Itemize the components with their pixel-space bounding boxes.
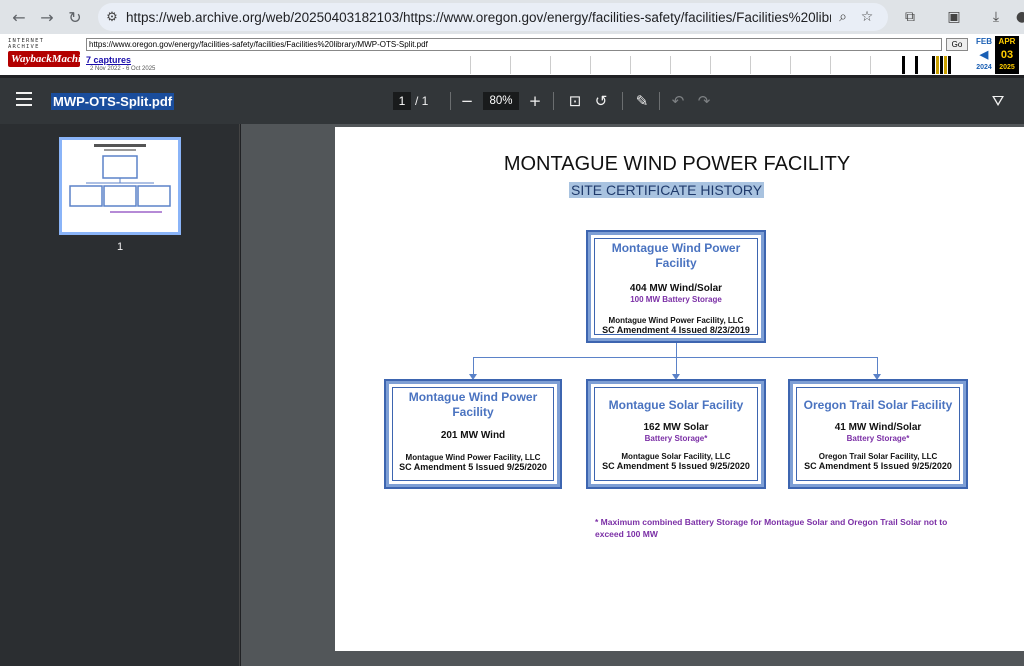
capture-tick <box>870 56 871 74</box>
zoom-input[interactable]: 80% <box>483 92 519 110</box>
address-bar[interactable]: ⚙ https://web.archive.org/web/2025040318… <box>98 3 888 31</box>
download-icon[interactable]: ⤓ <box>984 5 1008 29</box>
capture-tick <box>932 56 935 74</box>
wayback-go-button[interactable]: Go <box>946 38 968 51</box>
capture-tick <box>670 56 671 74</box>
capture-tick <box>710 56 711 74</box>
page-total: / 1 <box>415 94 429 108</box>
document-title: MONTAGUE WIND POWER FACILITY <box>503 153 851 175</box>
page-number-input[interactable]: 1 <box>393 92 411 110</box>
annotate-icon[interactable]: ✎ <box>632 91 652 111</box>
site-info-icon[interactable]: ⚙ <box>98 10 126 25</box>
toolbar-divider <box>659 92 660 110</box>
facility-box: Montague Solar Facility 162 MW Solar Bat… <box>586 379 766 489</box>
address-url[interactable]: https://web.archive.org/web/202504031821… <box>126 10 831 25</box>
footnote: * Maximum combined Battery Storage for M… <box>595 517 948 539</box>
wayback-toolbar: INTERNET ARCHIVE WaybackMachine https://… <box>0 34 1024 78</box>
fit-page-icon[interactable]: ⊡ <box>565 91 585 111</box>
top-facility-box: Montague Wind Power Facility 404 MW Wind… <box>586 230 766 343</box>
page-thumbnail[interactable] <box>59 137 181 235</box>
connector-line <box>473 357 474 375</box>
next-arrow-icon: ▶ <box>1019 48 1024 62</box>
capture-tick <box>470 56 471 74</box>
capture-tick <box>590 56 591 74</box>
toolbar-divider <box>553 92 554 110</box>
internet-archive-label: INTERNET ARCHIVE <box>8 38 45 50</box>
facility-box: Oregon Trail Solar Facility 41 MW Wind/S… <box>788 379 968 489</box>
thumbnail-sidebar: 1 <box>0 124 240 666</box>
zoom-in-icon[interactable]: + <box>525 91 545 111</box>
thumbnail-page-number: 1 <box>116 241 124 253</box>
extensions-icon[interactable]: ⧉ <box>898 5 922 29</box>
capture-tick <box>510 56 511 74</box>
capture-range: 2 Nov 2022 - 6 Oct 2025 <box>90 66 156 72</box>
capture-sparkline[interactable] <box>470 54 962 74</box>
capture-tick <box>630 56 631 74</box>
capture-tick <box>550 56 551 74</box>
captures-link[interactable]: 7 captures <box>86 55 131 65</box>
calendar-current-date: APR 03 2025 <box>995 36 1019 74</box>
menu-icon[interactable] <box>16 92 32 106</box>
capture-tick <box>902 56 905 74</box>
connector-line <box>676 343 677 357</box>
capture-tick <box>790 56 791 74</box>
capture-tick <box>948 56 951 74</box>
capture-tick <box>940 56 943 74</box>
redo-icon[interactable]: ↷ <box>694 91 714 111</box>
calendar-next-month[interactable]: S ▶ <box>1019 36 1024 62</box>
document-subtitle: SITE CERTIFICATE HISTORY <box>569 182 765 198</box>
calendar-prev-month[interactable]: FEB ◀ 2024 <box>972 36 996 74</box>
thumbnail-preview <box>69 144 171 213</box>
capture-tick <box>944 56 947 74</box>
connector-line <box>877 357 878 375</box>
rotate-icon[interactable]: ↺ <box>591 91 611 111</box>
zoom-out-icon[interactable]: − <box>457 91 477 111</box>
connector-line <box>676 357 677 375</box>
back-icon[interactable]: ← <box>4 2 34 32</box>
pdf-filename: MWP-OTS-Split.pdf <box>51 93 175 110</box>
connector-line <box>473 357 877 358</box>
zoom-icon[interactable]: ⌕ <box>831 9 855 25</box>
undo-icon[interactable]: ↶ <box>668 91 688 111</box>
capture-tick <box>915 56 918 74</box>
pdf-page: MONTAGUE WIND POWER FACILITY SITE CERTIF… <box>335 127 1024 651</box>
capture-tick <box>750 56 751 74</box>
profile-icon[interactable]: ● <box>1010 5 1024 29</box>
browser-toolbar: ← → ↻ ⚙ https://web.archive.org/web/2025… <box>0 0 1024 34</box>
wayback-logo-text: WaybackMachine <box>8 51 92 67</box>
facility-box: Montague Wind Power Facility 201 MW Wind… <box>384 379 562 489</box>
drive-save-icon[interactable]: ⛛ <box>988 91 1008 111</box>
capture-tick <box>830 56 831 74</box>
pdf-toolbar: MWP-OTS-Split.pdf 1 / 1 − 80% + ⊡ ↺ ✎ ↶ … <box>0 78 1024 124</box>
screen-capture-icon[interactable]: ▣ <box>942 5 966 29</box>
prev-arrow-icon: ◀ <box>979 49 989 61</box>
wayback-logo[interactable]: INTERNET ARCHIVE WaybackMachine <box>8 38 92 72</box>
pdf-canvas[interactable]: MONTAGUE WIND POWER FACILITY SITE CERTIF… <box>241 124 1024 666</box>
reload-icon[interactable]: ↻ <box>60 2 90 32</box>
forward-icon[interactable]: → <box>32 2 62 32</box>
bookmark-star-icon[interactable]: ☆ <box>855 9 879 25</box>
capture-tick <box>936 56 939 74</box>
toolbar-divider <box>622 92 623 110</box>
toolbar-divider <box>450 92 451 110</box>
wayback-url-input[interactable]: https://www.oregon.gov/energy/facilities… <box>86 38 942 51</box>
